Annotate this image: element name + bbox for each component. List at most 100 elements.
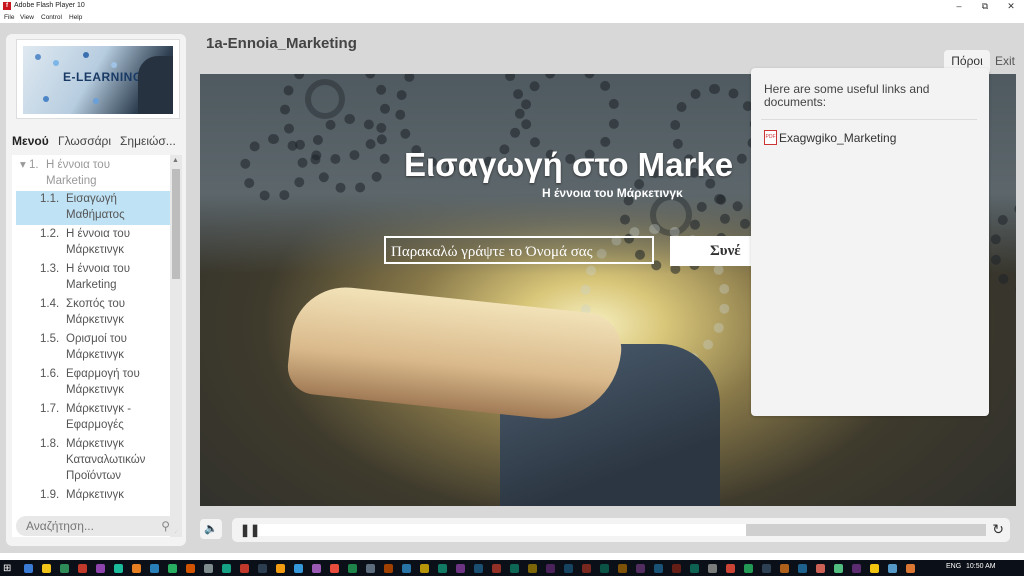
taskbar-app-icon[interactable] <box>132 564 141 573</box>
menu-item-1-5[interactable]: 1.5. Ορισμοί του Μάρκετινγκ <box>16 331 170 365</box>
taskbar-app-icon[interactable] <box>582 564 591 573</box>
taskbar-app-icon[interactable] <box>690 564 699 573</box>
taskbar-app-icon[interactable] <box>780 564 789 573</box>
taskbar-app-icon[interactable] <box>726 564 735 573</box>
start-icon[interactable]: ⊞ <box>3 563 11 574</box>
taskbar-app-icon[interactable] <box>204 564 213 573</box>
resource-link[interactable]: Exagwgiko_Marketing <box>779 131 896 145</box>
menu-item-1-4[interactable]: 1.4. Σκοπός του Μάρκετινγκ <box>16 296 170 330</box>
taskbar-app-icon[interactable] <box>60 564 69 573</box>
search-box[interactable]: Αναζήτηση... ⚲ <box>16 516 178 536</box>
menu-item-1-2[interactable]: 1.2. Η έννοια του Μάρκετινγκ <box>16 226 170 260</box>
pdf-icon[interactable]: PDF <box>764 130 777 145</box>
taskbar-app-icon[interactable] <box>834 564 843 573</box>
exit-button[interactable]: Exit <box>990 50 1020 72</box>
taskbar-app-icon[interactable] <box>564 564 573 573</box>
taskbar-app-icon[interactable] <box>258 564 267 573</box>
language-indicator[interactable]: ENG <box>946 563 961 570</box>
taskbar-app-icon[interactable] <box>294 564 303 573</box>
taskbar-app-icon[interactable] <box>402 564 411 573</box>
menu-control[interactable]: Control <box>41 14 62 21</box>
taskbar-app-icon[interactable] <box>240 564 249 573</box>
close-button[interactable]: ✕ <box>998 0 1024 13</box>
menu-item-1-6[interactable]: 1.6. Εφαρμογή του Μάρκετινγκ <box>16 366 170 400</box>
taskbar-app-icon[interactable] <box>78 564 87 573</box>
course-title: 1a-Ennoia_Marketing <box>206 35 357 52</box>
menu-item-1-1[interactable]: 1.1. Εισαγωγή Μαθήματος <box>16 191 170 225</box>
menu-item-label: Η έννοια του Marketing <box>66 263 130 291</box>
name-input[interactable]: Παρακαλώ γράψτε το Όνομά σας <box>384 236 654 264</box>
taskbar-app-icon[interactable] <box>222 564 231 573</box>
taskbar-app-icon[interactable] <box>150 564 159 573</box>
taskbar-app-icon[interactable] <box>420 564 429 573</box>
taskbar-app-icon[interactable] <box>510 564 519 573</box>
taskbar-app-icon[interactable] <box>798 564 807 573</box>
course-logo: E-LEARNING <box>16 39 180 119</box>
taskbar-app-icon[interactable] <box>762 564 771 573</box>
menu-tree: ▾ 1. Η έννοια του Marketing 1.1. Εισαγωγ… <box>12 155 170 537</box>
slide-title: Εισαγωγή στο Marke <box>404 146 734 183</box>
progress-fill <box>258 524 746 536</box>
taskbar-app-icon[interactable] <box>672 564 681 573</box>
menu-item-num: 1.6. <box>40 368 60 380</box>
taskbar-app-icon[interactable] <box>24 564 33 573</box>
taskbar-app-icon[interactable] <box>366 564 375 573</box>
sidebar-tabs: Μενού Γλωσσάρι Σημειώσ... <box>12 133 186 151</box>
tree-root-prefix: ▾ 1. <box>20 159 39 171</box>
taskbar-app-icon[interactable] <box>114 564 123 573</box>
taskbar-app-icon[interactable] <box>456 564 465 573</box>
taskbar-app-icon[interactable] <box>852 564 861 573</box>
restore-button[interactable]: ⧉ <box>972 0 998 13</box>
tab-menu[interactable]: Μενού <box>12 134 49 148</box>
progress-track[interactable] <box>258 524 986 536</box>
taskbar-app-icon[interactable] <box>618 564 627 573</box>
taskbar: ⊞ ENG 10:50 AM <box>0 560 1024 576</box>
tab-notes[interactable]: Σημειώσ... <box>120 134 176 148</box>
gear-shape <box>310 114 390 194</box>
minimize-button[interactable]: ‒ <box>946 0 972 13</box>
taskbar-app-icon[interactable] <box>186 564 195 573</box>
taskbar-app-icon[interactable] <box>654 564 663 573</box>
replay-icon[interactable]: ↻ <box>992 521 1004 538</box>
taskbar-app-icon[interactable] <box>636 564 645 573</box>
taskbar-app-icon[interactable] <box>312 564 321 573</box>
taskbar-app-icon[interactable] <box>42 564 51 573</box>
scroll-up-icon[interactable]: ▲ <box>172 157 179 164</box>
taskbar-app-icon[interactable] <box>528 564 537 573</box>
tree-root-item[interactable]: ▾ 1. Η έννοια του Marketing <box>16 157 170 191</box>
taskbar-app-icon[interactable] <box>888 564 897 573</box>
taskbar-app-icon[interactable] <box>348 564 357 573</box>
volume-icon[interactable]: 🔈 <box>200 519 222 539</box>
menu-item-1-8[interactable]: 1.8. Μάρκετινγκ Καταναλωτικών Προϊόντων <box>16 436 170 486</box>
taskbar-app-icon[interactable] <box>330 564 339 573</box>
tab-glossary[interactable]: Γλωσσάρι <box>58 134 111 148</box>
menu-item-1-3[interactable]: 1.3. Η έννοια του Marketing <box>16 261 170 295</box>
scrollbar-thumb[interactable] <box>172 169 180 279</box>
playback-controls: 🔈 ❚❚ ↻ <box>196 515 1020 545</box>
menu-item-num: 1.5. <box>40 333 60 345</box>
taskbar-app-icon[interactable] <box>600 564 609 573</box>
taskbar-app-icon[interactable] <box>474 564 483 573</box>
taskbar-app-icon[interactable] <box>708 564 717 573</box>
taskbar-app-icon[interactable] <box>492 564 501 573</box>
taskbar-app-icon[interactable] <box>384 564 393 573</box>
menu-file[interactable]: File <box>4 14 14 21</box>
taskbar-app-icon[interactable] <box>276 564 285 573</box>
taskbar-app-icon[interactable] <box>744 564 753 573</box>
taskbar-app-icon[interactable] <box>438 564 447 573</box>
search-input[interactable]: Αναζήτηση... <box>26 519 94 533</box>
search-icon[interactable]: ⚲ <box>161 519 170 533</box>
clock[interactable]: 10:50 AM <box>966 563 996 570</box>
menu-item-label: Εισαγωγή Μαθήματος <box>66 193 125 221</box>
taskbar-app-icon[interactable] <box>870 564 879 573</box>
taskbar-app-icon[interactable] <box>96 564 105 573</box>
menu-item-num: 1.8. <box>40 438 60 450</box>
taskbar-app-icon[interactable] <box>906 564 915 573</box>
taskbar-app-icon[interactable] <box>546 564 555 573</box>
menu-view[interactable]: View <box>20 14 34 21</box>
taskbar-app-icon[interactable] <box>168 564 177 573</box>
menu-item-1-7[interactable]: 1.7. Μάρκετινγκ - Εφαρμογές <box>16 401 170 435</box>
menu-help[interactable]: Help <box>69 14 82 21</box>
taskbar-app-icon[interactable] <box>816 564 825 573</box>
menu-scrollbar[interactable]: ▲ ▼ <box>170 155 182 537</box>
